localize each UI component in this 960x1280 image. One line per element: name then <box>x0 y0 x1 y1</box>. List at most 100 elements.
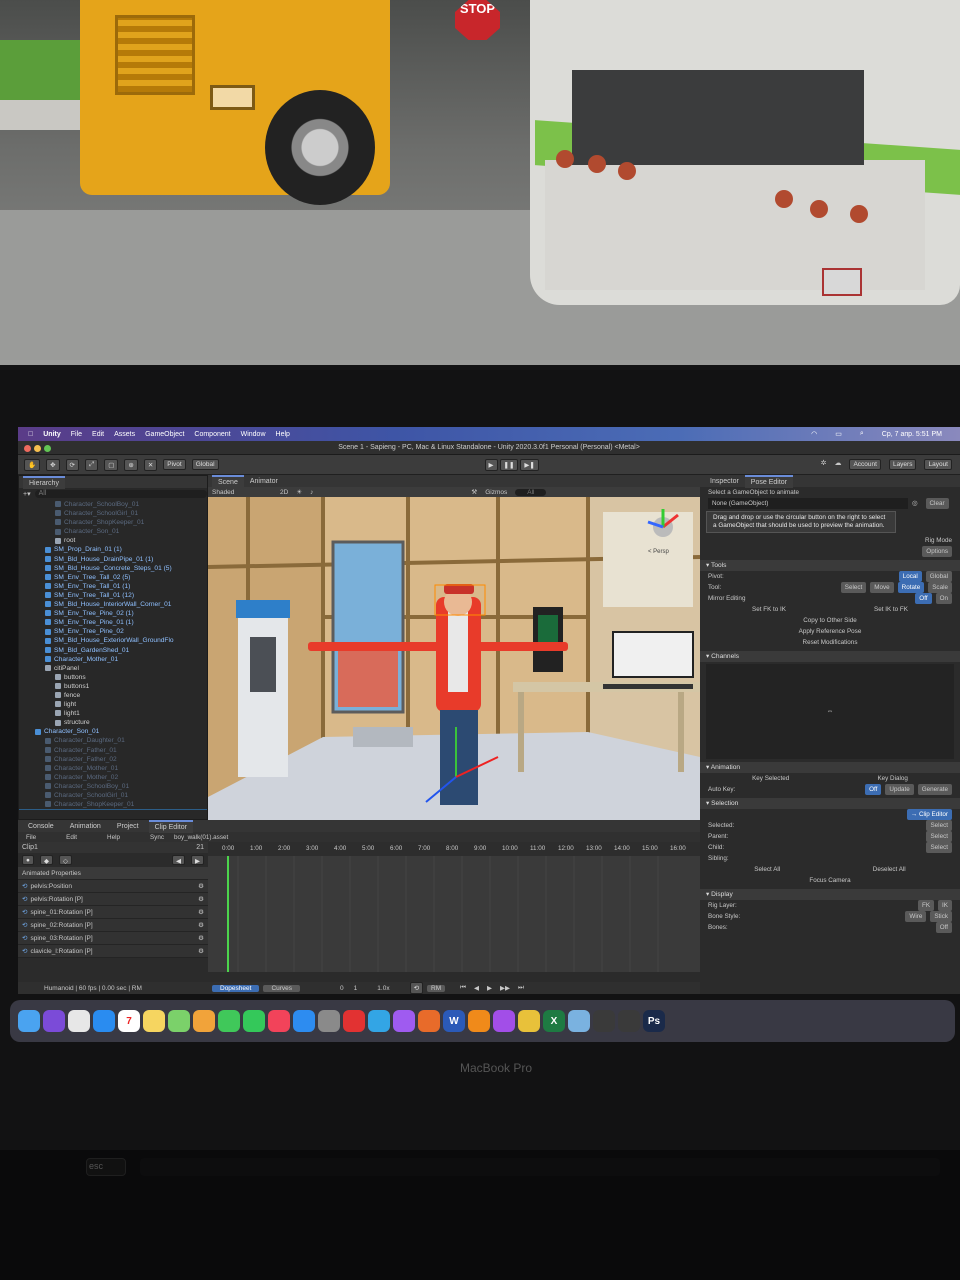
launchpad-icon[interactable] <box>68 1010 90 1032</box>
tab-animation[interactable]: Animation <box>64 821 107 832</box>
gear-icon[interactable]: ⚙ <box>198 945 204 958</box>
property-row[interactable]: ⟲ pelvis : Rotation [P] ⚙ <box>18 893 208 906</box>
hierarchy-item[interactable]: SM_Env_Tree_Pine_01 (1) <box>19 618 207 627</box>
cloud-icon[interactable]: ☁ <box>834 459 841 470</box>
hierarchy-item[interactable]: Character_SchoolGirl_01 <box>19 509 207 518</box>
bones-off-button[interactable]: Off <box>935 922 952 933</box>
hierarchy-item[interactable]: light1 <box>19 709 207 718</box>
copy-side-button[interactable]: Copy to Other Side <box>700 615 960 626</box>
books-icon[interactable] <box>468 1010 490 1032</box>
property-row[interactable]: ⟲ clavicle_l : Rotation [P] ⚙ <box>18 945 208 958</box>
wifi-icon[interactable]: ◠ <box>811 430 817 438</box>
hierarchy-item[interactable]: Character_Mother_01 <box>19 655 207 664</box>
unity-icon[interactable] <box>593 1010 615 1032</box>
hierarchy-item[interactable]: light <box>19 700 207 709</box>
tab-project[interactable]: Project <box>111 821 145 832</box>
clip-editor-link[interactable]: → Clip Editor <box>906 809 952 820</box>
scale-tool-option[interactable]: Scale <box>928 582 952 593</box>
property-row[interactable]: ⟲ spine_03 : Rotation [P] ⚙ <box>18 932 208 945</box>
animation-section-header[interactable]: ▾ Animation <box>700 762 960 773</box>
menu-file[interactable]: File <box>71 431 82 438</box>
apple-icon[interactable]:  <box>28 431 33 438</box>
dopesheet-tab[interactable]: Dopesheet <box>212 984 260 992</box>
select-tool-button[interactable]: Select <box>840 582 867 593</box>
display-section-header[interactable]: ▾ Display <box>700 889 960 900</box>
hierarchy-item[interactable]: buttons1 <box>19 682 207 691</box>
menu-component[interactable]: Component <box>194 431 230 438</box>
hierarchy-item[interactable]: SM_Env_Tree_Tall_01 (1) <box>19 582 207 591</box>
siri-icon[interactable] <box>43 1010 65 1032</box>
clip-dropdown[interactable]: Clip1 <box>22 844 38 851</box>
frame-start[interactable]: 0 <box>340 985 344 992</box>
gameobject-field[interactable]: None (GameObject) <box>708 498 908 509</box>
hierarchy-item[interactable]: SM_Bld_House_Concrete_Steps_01 (5) <box>19 564 207 573</box>
hierarchy-item[interactable]: Character_Son_01 <box>19 727 207 736</box>
next-key-button[interactable]: ▶ <box>191 855 204 865</box>
photoshop-icon[interactable]: Ps <box>643 1010 665 1032</box>
hierarchy-search-input[interactable]: All <box>34 490 207 498</box>
telegram-icon[interactable] <box>368 1010 390 1032</box>
app-icon[interactable] <box>418 1010 440 1032</box>
scene-viewport[interactable]: < Persp <box>208 497 700 820</box>
property-row[interactable]: ⟲ pelvis : Position ⚙ <box>18 880 208 893</box>
apply-reference-button[interactable]: Apply Reference Pose <box>700 626 960 637</box>
local-button[interactable]: Local <box>898 571 922 582</box>
clear-button[interactable]: Clear <box>925 498 949 509</box>
clip-menu-help[interactable]: Help <box>107 834 120 841</box>
tab-inspector[interactable]: Inspector <box>704 476 745 487</box>
hand-tool-button[interactable]: ✋ <box>24 458 41 471</box>
gear-icon[interactable]: ⚙ <box>198 919 204 932</box>
selection-section-header[interactable]: ▾ Selection <box>700 798 960 809</box>
clip-menu-edit[interactable]: Edit <box>66 834 77 841</box>
mirror-on-button[interactable]: On <box>935 593 952 604</box>
custom-tool-button[interactable]: ✕ <box>143 458 158 471</box>
scene-search[interactable]: All <box>515 488 547 496</box>
unity-hub-icon[interactable] <box>618 1010 640 1032</box>
scale-tool-button[interactable]: ⤢ <box>85 458 99 471</box>
clip-menu-file[interactable]: File <box>26 834 36 841</box>
curves-tab[interactable]: Curves <box>263 984 301 992</box>
tools-section-header[interactable]: ▾ Tools <box>700 560 960 571</box>
hierarchy-item[interactable]: SM_Env_Tree_Pine_02 <box>19 627 207 636</box>
clock[interactable]: Ср, 7 апр. 5:51 PM <box>882 431 942 438</box>
move-tool-option[interactable]: Move <box>870 582 894 593</box>
hierarchy-item[interactable]: SM_Bld_House_InteriorWall_Corner_01 <box>19 600 207 609</box>
speed-field[interactable]: 1.0x <box>377 985 389 992</box>
hierarchy-item[interactable]: Character_SchoolBoy_01 <box>19 782 207 791</box>
menu-window[interactable]: Window <box>241 431 266 438</box>
gear-icon[interactable]: ⚙ <box>198 880 204 893</box>
hierarchy-item[interactable]: root <box>19 536 207 545</box>
object-picker-icon[interactable]: ◎ <box>912 498 918 509</box>
shading-dropdown[interactable]: Shaded <box>212 489 272 496</box>
hierarchy-item[interactable]: SM_Env_Tree_Pine_02 (1) <box>19 609 207 618</box>
minimize-window-button[interactable] <box>34 445 41 452</box>
auto-key-off[interactable]: Off <box>865 784 882 795</box>
menu-gameobject[interactable]: GameObject <box>145 431 184 438</box>
next-frame-icon[interactable]: ▶▶ <box>500 984 510 992</box>
first-frame-icon[interactable]: ⏮ <box>460 984 466 992</box>
hierarchy-item[interactable]: Character_Father_02 <box>19 755 207 764</box>
account-dropdown[interactable]: Account <box>849 459 881 470</box>
tab-hierarchy[interactable]: Hierarchy <box>23 475 65 489</box>
select-parent-button[interactable]: Select <box>926 831 952 842</box>
opera-icon[interactable] <box>343 1010 365 1032</box>
frame-field[interactable]: 21 <box>196 844 204 851</box>
focus-camera-button[interactable]: Focus Camera <box>700 875 960 886</box>
tab-console[interactable]: Console <box>22 821 60 832</box>
hierarchy-item[interactable]: structure <box>19 718 207 727</box>
property-row[interactable]: ⟲ spine_02 : Rotation [P] ⚙ <box>18 919 208 932</box>
hierarchy-item[interactable]: SM_Bld_House_ExteriorWall_GroundFlo <box>19 636 207 645</box>
word-icon[interactable]: W <box>443 1010 465 1032</box>
reset-modifications-button[interactable]: Reset Modifications <box>700 637 960 648</box>
lighting-icon[interactable]: ☀ <box>296 488 302 496</box>
maps-icon[interactable] <box>168 1010 190 1032</box>
gizmos-dropdown[interactable]: Gizmos <box>485 489 507 496</box>
root-motion-toggle[interactable]: RM <box>427 984 446 992</box>
channels-section-header[interactable]: ▾ Channels <box>700 651 960 662</box>
tab-animator[interactable]: Animator <box>244 476 284 487</box>
move-tool-button[interactable]: ✥ <box>46 458 60 471</box>
hierarchy-item[interactable]: Character_Son_01 <box>19 809 207 810</box>
hierarchy-item[interactable]: SM_Bld_House_DrainPipe_01 (1) <box>19 555 207 564</box>
podcasts-icon[interactable] <box>493 1010 515 1032</box>
calendar-icon[interactable]: 7 <box>118 1010 140 1032</box>
